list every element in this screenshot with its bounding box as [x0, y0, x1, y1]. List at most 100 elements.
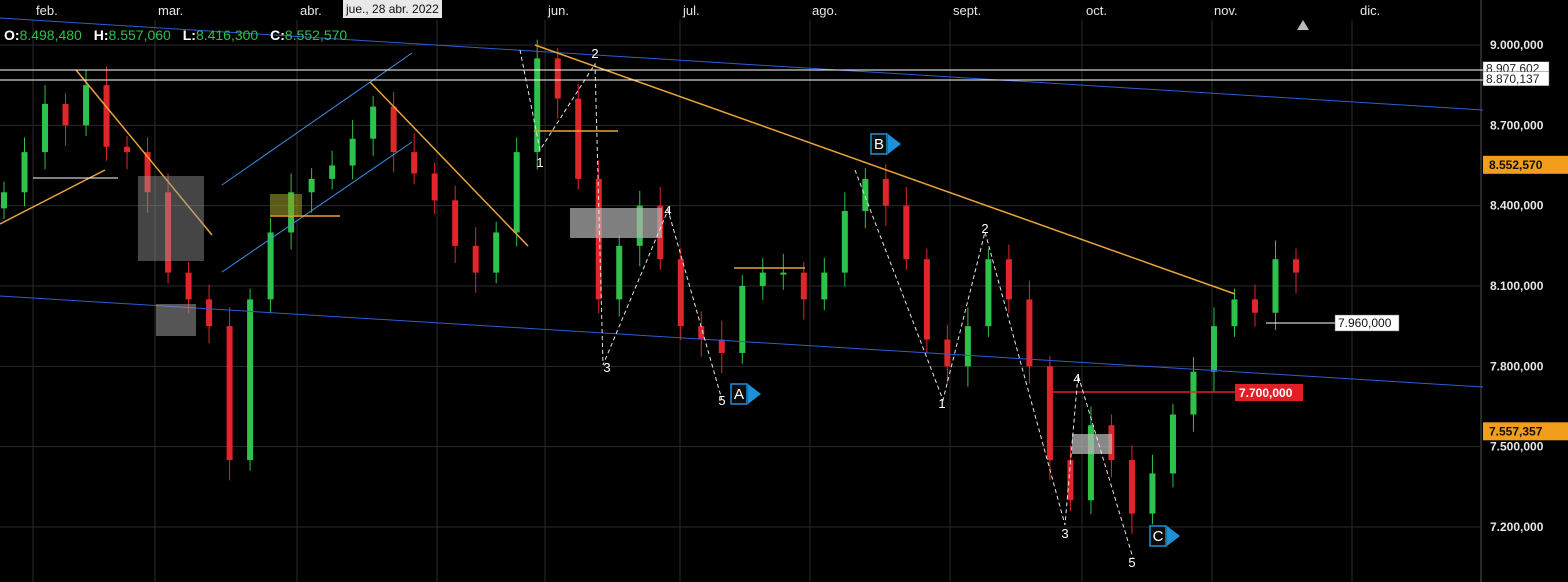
- candle-body: [616, 245, 623, 300]
- cursor-date: jue., 28 abr. 2022: [343, 0, 442, 18]
- candle-body: [370, 106, 377, 139]
- ohlc-h-label: H:: [93, 27, 109, 43]
- y-tick-label: 9.000,000: [1490, 38, 1544, 52]
- y-tick-label: 7.800,000: [1490, 359, 1544, 373]
- marker-label: C: [1153, 528, 1164, 545]
- candle-body: [1128, 460, 1135, 514]
- candle-body: [554, 58, 561, 99]
- candle-body: [1005, 259, 1012, 300]
- ohlc-h-value: 8.557,060: [108, 27, 171, 43]
- candle-body: [534, 58, 541, 153]
- month-label: sept.: [953, 3, 982, 18]
- price-tag-label: 8.552,570: [1489, 158, 1543, 172]
- wave-marker-b: B: [870, 133, 901, 155]
- candle-body: [1293, 259, 1299, 273]
- marker-arrow: [748, 384, 761, 404]
- level-tag-7700000: 7.700,000: [1239, 386, 1293, 400]
- candle-body: [452, 200, 459, 246]
- candle-body: [124, 146, 131, 153]
- wave-label: 3: [1061, 526, 1068, 541]
- candle-body: [308, 178, 315, 193]
- candle-body: [1046, 366, 1053, 461]
- candle-body: [431, 173, 438, 201]
- wave-label: 2: [981, 221, 988, 236]
- ohlc-o-label: O:: [4, 27, 20, 43]
- y-tick-label: 7.500,000: [1490, 440, 1544, 454]
- candle-body: [1, 192, 7, 209]
- ohlc-c-value: 8.552,570: [284, 27, 348, 43]
- ohlc-o-value: 8.498,480: [19, 27, 82, 43]
- month-label: oct.: [1086, 3, 1107, 18]
- marker-label: A: [734, 386, 744, 403]
- y-tick-label: 8.100,000: [1490, 279, 1544, 293]
- candle-body: [185, 272, 192, 300]
- wave-labels: 1 2 3 4 5 1 2 3 4 5: [536, 46, 1135, 570]
- candle-body: [1251, 299, 1258, 313]
- y-tick-label: 8.700,000: [1490, 118, 1544, 132]
- candle-body: [759, 272, 766, 286]
- candle-body: [575, 98, 582, 179]
- level-tag-7960000: 7.960,000: [1338, 316, 1392, 330]
- month-label: jul.: [683, 3, 700, 18]
- candle-body: [267, 232, 274, 300]
- candle-body: [21, 152, 28, 193]
- month-label: dic.: [1360, 3, 1381, 18]
- wave-label: 1: [938, 396, 945, 411]
- candle-body: [944, 339, 951, 367]
- zone-box-oct: [1072, 434, 1112, 454]
- month-label: feb.: [36, 3, 58, 18]
- marker-label: B: [874, 136, 884, 153]
- month-label: mar.: [158, 3, 184, 18]
- candle-body: [226, 326, 233, 461]
- month-label: ago.: [812, 3, 838, 18]
- price-tag-label: 8.870,137: [1486, 72, 1540, 86]
- candle-body: [247, 299, 254, 461]
- candle-body: [390, 106, 397, 153]
- candle-body: [349, 138, 356, 166]
- candle-body: [964, 326, 971, 367]
- price-axis: 7.200,000 7.500,000 7.800,000 8.100,000 8.40…: [1235, 20, 1568, 534]
- ohlc-readout: O:8.498,480 H:8.557,060 L:8.416,300 C:8.…: [4, 27, 355, 43]
- rising-channel-lower: [221, 141, 413, 273]
- month-label: jun.: [548, 3, 569, 18]
- candle-body: [1067, 460, 1074, 501]
- candle-body: [472, 245, 479, 273]
- price-tag-label: 7.557,357: [1489, 424, 1543, 438]
- candle-body: [1272, 259, 1279, 313]
- price-chart[interactable]: 1 2 3 4 5 1 2 3 4 5 A B C 7.200,000 7.500,000 7.800,0…: [0, 0, 1568, 582]
- month-label: nov.: [1214, 3, 1238, 18]
- ohlc-c-label: C:: [270, 27, 285, 43]
- candle-body: [800, 272, 807, 300]
- candle-body: [62, 103, 69, 126]
- candle-body: [493, 232, 500, 273]
- candle-series: [1, 39, 1299, 534]
- candle-body: [985, 259, 992, 327]
- candle-body: [103, 85, 110, 147]
- wave-label: 4: [1073, 371, 1080, 386]
- candle-body: [882, 178, 889, 206]
- zone-box-jun: [570, 208, 662, 238]
- candle-body: [1149, 473, 1156, 514]
- wave-marker-c: C: [1149, 525, 1180, 547]
- candle-body: [1026, 299, 1033, 367]
- ohlc-l-label: L:: [182, 27, 196, 43]
- candle-body: [862, 178, 869, 212]
- y-tick-label: 7.200,000: [1490, 520, 1544, 534]
- candle-body: [718, 339, 725, 353]
- candle-body: [1169, 414, 1176, 474]
- candle-body: [1231, 299, 1238, 327]
- y-tick-label: 8.400,000: [1490, 199, 1544, 213]
- candle-body: [1210, 326, 1217, 372]
- candle-body: [821, 272, 828, 300]
- candle-body: [1190, 371, 1197, 415]
- candle-body: [42, 103, 49, 153]
- candle-body: [923, 259, 930, 340]
- candle-body: [206, 299, 213, 327]
- candle-body: [903, 205, 910, 260]
- month-label: abr.: [300, 3, 322, 18]
- home-icon: [1297, 20, 1309, 30]
- corrective-markers: A B C: [730, 133, 1180, 547]
- wave-label: 5: [718, 393, 725, 408]
- ohlc-l-value: 8.416,300: [195, 27, 259, 43]
- marker-arrow: [1167, 526, 1180, 546]
